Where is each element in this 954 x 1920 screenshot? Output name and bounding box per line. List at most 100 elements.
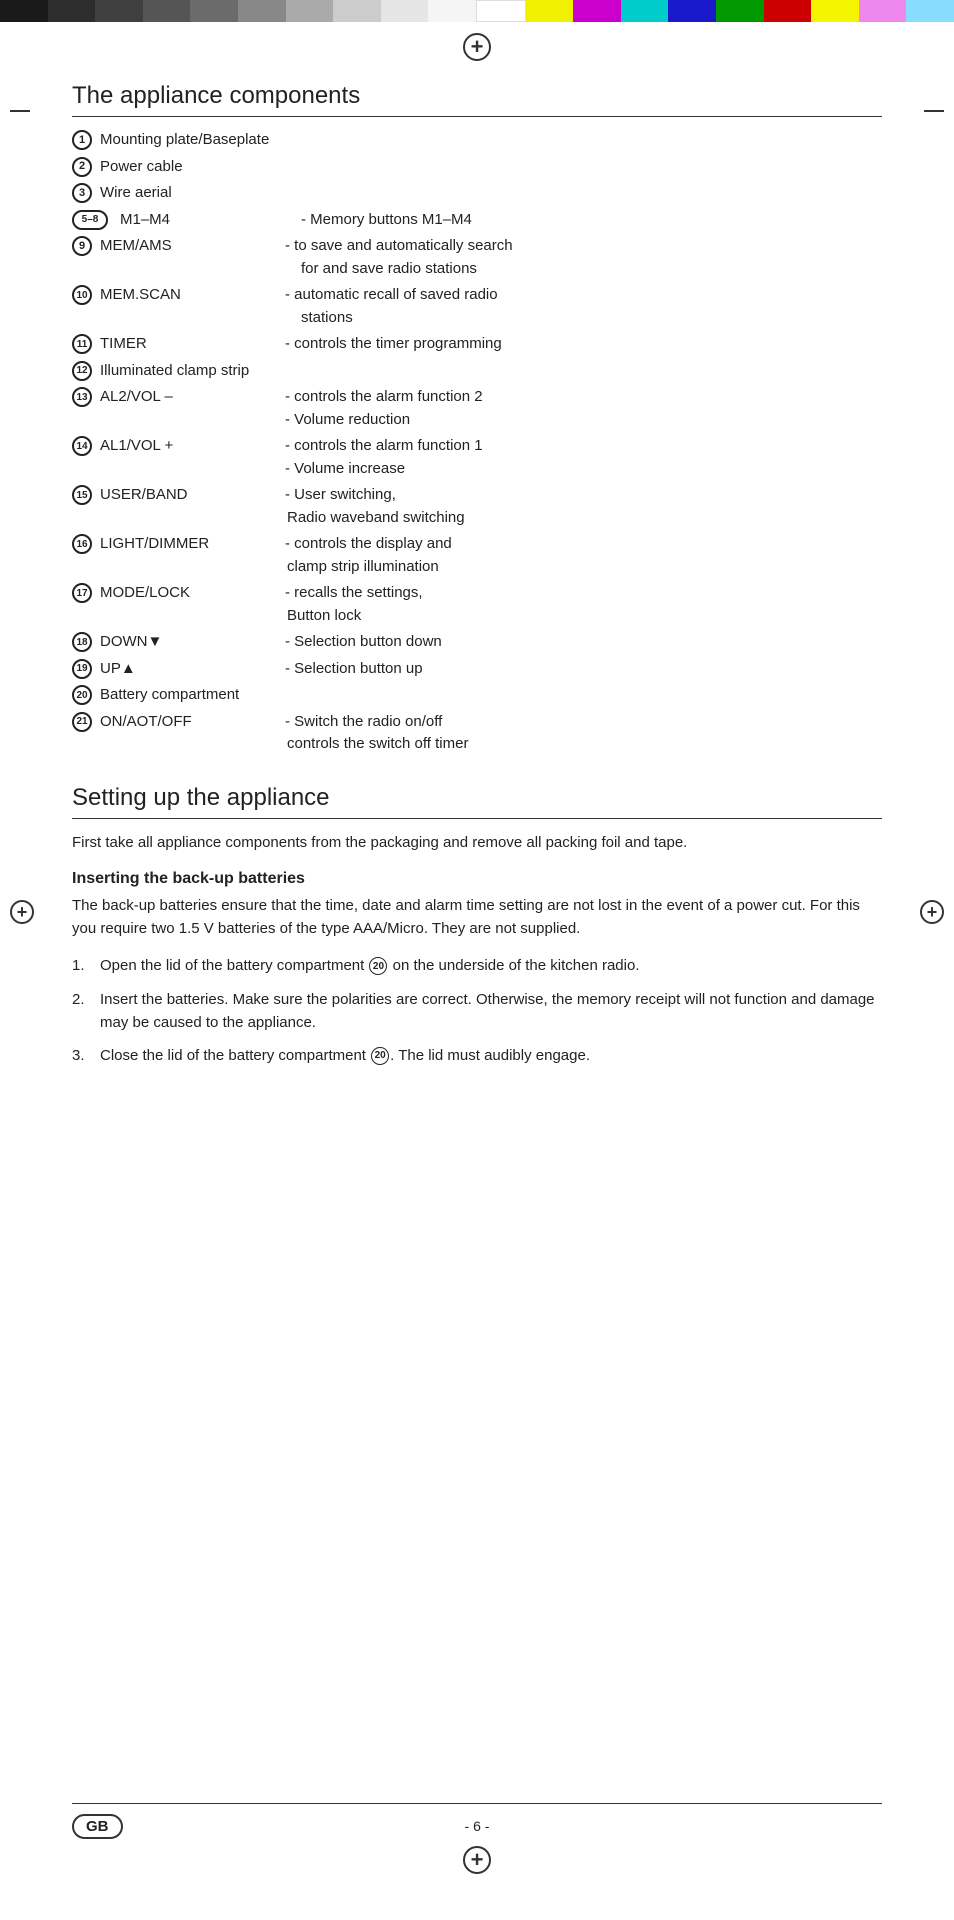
list-item: 14 AL1/VOL + - controls the alarm functi… (72, 435, 882, 480)
registration-mark-bottom (0, 1840, 954, 1880)
color-segment (621, 0, 669, 22)
registration-mark-top (0, 22, 954, 72)
color-segment (286, 0, 334, 22)
color-segment (381, 0, 429, 22)
footer-divider (72, 1803, 882, 1804)
footer-content: GB - 6 - (0, 1818, 954, 1834)
item-desc: - Selection button up (285, 658, 882, 681)
item-label: DOWN▼ (100, 631, 285, 654)
color-segment (48, 0, 96, 22)
item-number: 3 (72, 183, 92, 203)
section2-title: Setting up the appliance (72, 784, 882, 812)
item-number: 15 (72, 485, 92, 505)
item-desc: - to save and automatically search for a… (285, 235, 882, 280)
list-item: 3 Wire aerial (72, 182, 882, 205)
color-segment (238, 0, 286, 22)
gb-badge: GB (72, 1814, 123, 1839)
item-desc: - controls the timer programming (285, 333, 882, 356)
item-desc: - Switch the radio on/off controls the s… (285, 711, 882, 756)
list-item: 12 Illuminated clamp strip (72, 360, 882, 383)
item-label: AL2/VOL – (100, 386, 285, 409)
item-label: UP▲ (100, 658, 285, 681)
step-text: Close the lid of the battery compartment… (100, 1044, 882, 1067)
crosshair-icon (463, 33, 491, 61)
item-number: 1 (72, 130, 92, 150)
item-label: M1–M4 (116, 209, 301, 232)
item-number: 11 (72, 334, 92, 354)
steps-list: 1. Open the lid of the battery compartme… (72, 954, 882, 1067)
list-item: 19 UP▲ - Selection button up (72, 658, 882, 681)
list-item: 17 MODE/LOCK - recalls the settings, But… (72, 582, 882, 627)
item-number: 5–8 (72, 210, 108, 230)
color-segment (0, 0, 48, 22)
item-label: TIMER (100, 333, 285, 356)
step-item: 2. Insert the batteries. Make sure the p… (72, 988, 882, 1035)
color-segment (668, 0, 716, 22)
side-mark-right (924, 110, 944, 112)
item-number: 16 (72, 534, 92, 554)
color-segment (859, 0, 907, 22)
item-desc: - User switching, Radio waveband switchi… (285, 484, 882, 529)
item-desc: - controls the display and clamp strip i… (285, 533, 882, 578)
step-number: 2. (72, 988, 100, 1011)
color-segment (526, 0, 574, 22)
item-label: USER/BAND (100, 484, 285, 507)
item-desc: - automatic recall of saved radio statio… (285, 284, 882, 329)
list-item: 16 LIGHT/DIMMER - controls the display a… (72, 533, 882, 578)
crosshair-icon-bottom (463, 1846, 491, 1874)
color-segment (428, 0, 476, 22)
section2-divider (72, 818, 882, 819)
list-item: 21 ON/AOT/OFF - Switch the radio on/off … (72, 711, 882, 756)
color-segment (716, 0, 764, 22)
list-item: 15 USER/BAND - User switching, Radio wav… (72, 484, 882, 529)
inline-item-ref: 20 (371, 1047, 389, 1065)
color-segment (333, 0, 381, 22)
step-item: 3. Close the lid of the battery compartm… (72, 1044, 882, 1067)
item-desc: - Selection button down (285, 631, 882, 654)
list-item: 11 TIMER - controls the timer programmin… (72, 333, 882, 356)
item-label: Battery compartment (100, 684, 285, 707)
color-segment (764, 0, 812, 22)
color-segment (190, 0, 238, 22)
color-segment (95, 0, 143, 22)
list-item: 2 Power cable (72, 156, 882, 179)
color-segment (811, 0, 859, 22)
section1-divider (72, 116, 882, 117)
item-desc: - controls the alarm function 2 - Volume… (285, 386, 882, 431)
item-number: 20 (72, 685, 92, 705)
step-text: Insert the batteries. Make sure the pola… (100, 988, 882, 1035)
item-label: Power cable (100, 156, 285, 179)
item-label: MEM/AMS (100, 235, 285, 258)
step-number: 3. (72, 1044, 100, 1067)
item-label: MODE/LOCK (100, 582, 285, 605)
footer: GB - 6 - (0, 1803, 954, 1880)
step-number: 1. (72, 954, 100, 977)
step-text: Open the lid of the battery compartment … (100, 954, 882, 977)
color-segment (143, 0, 191, 22)
item-label: Illuminated clamp strip (100, 360, 285, 383)
list-item: 20 Battery compartment (72, 684, 882, 707)
item-number: 10 (72, 285, 92, 305)
item-label: AL1/VOL + (100, 435, 285, 458)
page-number: - 6 - (465, 1818, 490, 1834)
component-list: 1 Mounting plate/Baseplate 2 Power cable… (72, 129, 882, 756)
item-desc: - recalls the settings, Button lock (285, 582, 882, 627)
color-segment (906, 0, 954, 22)
list-item: 18 DOWN▼ - Selection button down (72, 631, 882, 654)
list-item: 13 AL2/VOL – - controls the alarm functi… (72, 386, 882, 431)
list-item: 10 MEM.SCAN - automatic recall of saved … (72, 284, 882, 329)
side-reg-mark-left (10, 900, 34, 924)
item-number: 9 (72, 236, 92, 256)
item-desc: - controls the alarm function 1 - Volume… (285, 435, 882, 480)
setup-intro: First take all appliance components from… (72, 831, 882, 854)
item-label: ON/AOT/OFF (100, 711, 285, 734)
item-number: 12 (72, 361, 92, 381)
section2: Setting up the appliance First take all … (72, 784, 882, 1068)
section1-title: The appliance components (72, 82, 882, 110)
item-label: LIGHT/DIMMER (100, 533, 285, 556)
item-number: 19 (72, 659, 92, 679)
subsection-title: Inserting the back-up batteries (72, 870, 882, 888)
color-segment (573, 0, 621, 22)
color-bar (0, 0, 954, 22)
list-item: 1 Mounting plate/Baseplate (72, 129, 882, 152)
